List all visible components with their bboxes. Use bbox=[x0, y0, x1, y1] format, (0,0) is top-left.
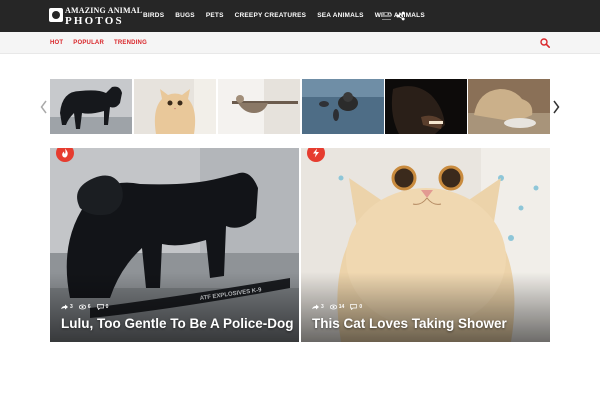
camera-icon bbox=[49, 8, 63, 22]
share-arrow-icon bbox=[312, 304, 319, 310]
tab-hot[interactable]: HOT bbox=[50, 40, 63, 46]
views-count: 6 bbox=[87, 304, 91, 310]
thumbnail-chimpanzee[interactable] bbox=[385, 79, 467, 134]
comments-count: 0 bbox=[105, 304, 109, 310]
shares-stat: 3 bbox=[312, 304, 324, 310]
comments-count: 0 bbox=[359, 304, 363, 310]
thumbnail-cat-shelf[interactable] bbox=[218, 79, 300, 134]
hamburger-icon[interactable] bbox=[382, 12, 391, 20]
top-navigation-bar: AMAZING ANIMAL PHOTOS BIRDS BUGS PETS CR… bbox=[0, 0, 600, 32]
card-title[interactable]: Lulu, Too Gentle To Be A Police-Dog bbox=[61, 316, 294, 331]
search-icon[interactable] bbox=[540, 38, 550, 48]
eye-icon bbox=[78, 304, 86, 310]
eye-icon bbox=[329, 304, 337, 310]
share-icon[interactable] bbox=[396, 11, 405, 21]
comments-stat: 0 bbox=[350, 304, 362, 310]
filter-tabs: HOT POPULAR TRENDING bbox=[50, 40, 147, 46]
nav-item-sea-animals[interactable]: SEA ANIMALS bbox=[317, 12, 364, 19]
chevron-left-icon[interactable] bbox=[40, 100, 48, 114]
card-stats: 3 14 0 bbox=[312, 304, 362, 310]
views-stat: 6 bbox=[78, 304, 91, 310]
tab-trending[interactable]: TRENDING bbox=[114, 40, 147, 46]
shares-count: 3 bbox=[70, 304, 73, 310]
thumbnail-cat[interactable] bbox=[134, 79, 216, 134]
featured-card[interactable]: 3 14 0 This Cat Loves Taking Shower bbox=[301, 148, 550, 342]
logo-line-2: PHOTOS bbox=[65, 15, 124, 27]
tab-popular[interactable]: POPULAR bbox=[73, 40, 104, 46]
comment-icon bbox=[96, 304, 104, 310]
card-stats: 3 6 0 bbox=[61, 304, 108, 310]
featured-card[interactable]: ATF EXPLOSIVES K-9 3 6 0 Lulu, Too Gentl… bbox=[50, 148, 299, 342]
shares-stat: 3 bbox=[61, 304, 73, 310]
nav-item-pets[interactable]: PETS bbox=[206, 12, 224, 19]
nav-item-bugs[interactable]: BUGS bbox=[175, 12, 195, 19]
thumbnail-sea-otter[interactable] bbox=[302, 79, 384, 134]
chevron-right-icon[interactable] bbox=[552, 100, 560, 114]
comment-icon bbox=[350, 304, 358, 310]
share-arrow-icon bbox=[61, 304, 68, 310]
views-count: 14 bbox=[338, 304, 345, 310]
views-stat: 14 bbox=[329, 304, 345, 310]
card-title[interactable]: This Cat Loves Taking Shower bbox=[312, 316, 507, 331]
shares-count: 3 bbox=[321, 304, 324, 310]
thumbnail-lion-eating[interactable] bbox=[468, 79, 550, 134]
nav-item-birds[interactable]: BIRDS bbox=[143, 12, 164, 19]
comments-stat: 0 bbox=[96, 304, 109, 310]
thumbnail-black-dog[interactable] bbox=[50, 79, 132, 134]
nav-item-creepy-creatures[interactable]: CREEPY CREATURES bbox=[235, 12, 307, 19]
logo-line-1: AMAZING ANIMAL bbox=[65, 6, 143, 15]
site-logo[interactable]: AMAZING ANIMAL PHOTOS bbox=[49, 6, 142, 27]
filter-bar: HOT POPULAR TRENDING bbox=[0, 32, 600, 54]
